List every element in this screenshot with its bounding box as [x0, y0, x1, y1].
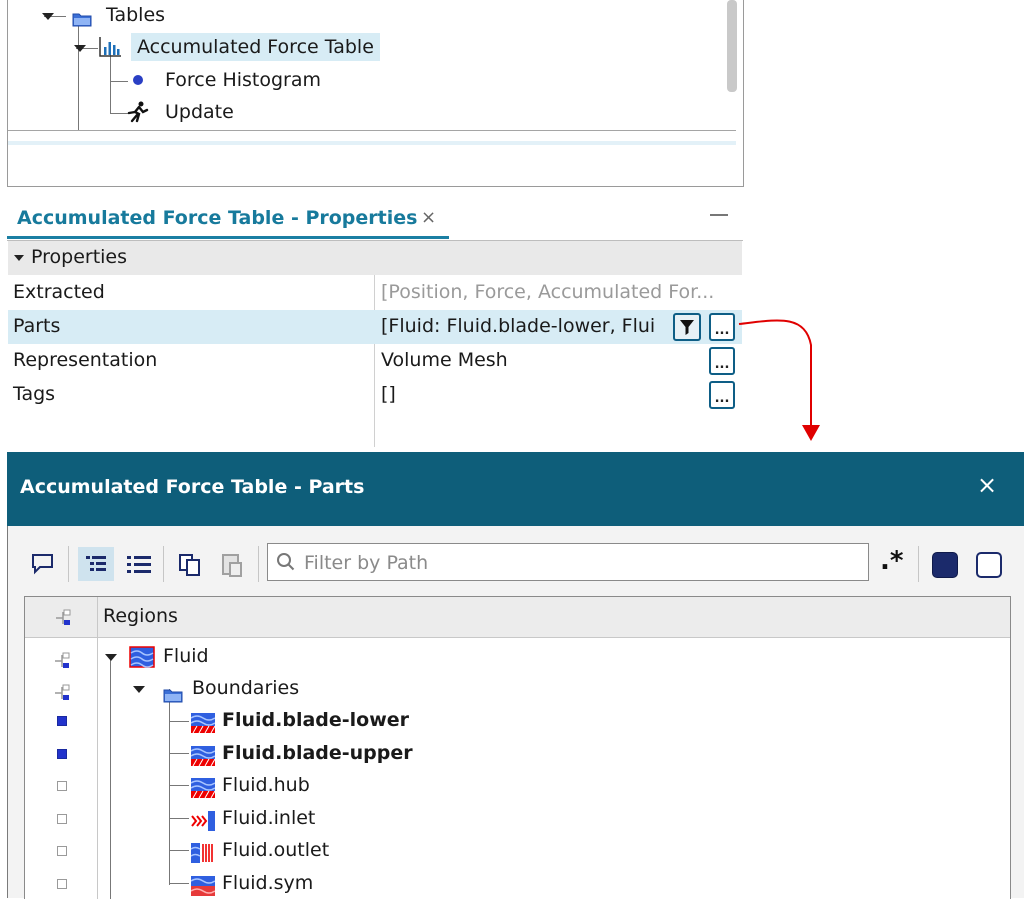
tree-view-icon — [86, 556, 106, 571]
filter-input[interactable] — [302, 548, 846, 578]
filter-icon — [680, 320, 694, 335]
region-row-boundaries[interactable]: Boundaries — [25, 672, 1010, 704]
properties-table: Properties Extracted [Position, Force, A… — [7, 240, 743, 447]
property-row-parts[interactable]: Parts [Fluid: Fluid.blade-lower, Flui ..… — [8, 310, 742, 344]
connector-arrow — [738, 319, 820, 441]
regex-toggle[interactable]: .* — [880, 546, 903, 576]
comment-icon[interactable] — [30, 552, 56, 581]
select-all-icon[interactable] — [932, 552, 958, 578]
search-icon — [277, 553, 295, 571]
list-view-icon[interactable] — [124, 551, 154, 584]
checkbox-checked[interactable] — [57, 716, 67, 726]
tree-item-label: Update — [165, 101, 234, 123]
tree-item-label: Accumulated Force Table — [131, 33, 380, 61]
dialog-title: Accumulated Force Table - Parts — [20, 476, 365, 498]
region-row-blade-lower[interactable]: Fluid.blade-lower — [25, 704, 1010, 736]
region-label: Fluid.inlet — [222, 807, 316, 829]
checkbox-unchecked[interactable] — [57, 879, 67, 889]
property-name: Parts — [13, 315, 61, 337]
region-label: Fluid.sym — [222, 872, 314, 894]
properties-tab-title[interactable]: Accumulated Force Table - Properties — [17, 204, 417, 232]
symmetry-plane-icon — [190, 874, 216, 906]
tree-footer — [8, 130, 736, 183]
tree-scrollbar-thumb[interactable] — [727, 0, 737, 92]
region-label: Boundaries — [192, 677, 300, 699]
dialog-title-bar: Accumulated Force Table - Parts × — [7, 452, 1024, 526]
property-value: [] — [381, 383, 396, 405]
property-name: Tags — [13, 383, 56, 405]
property-value: Volume Mesh — [381, 349, 508, 371]
property-value: [Position, Force, Accumulated For... — [381, 281, 715, 303]
representation-ellipsis-button[interactable]: ... — [709, 347, 735, 375]
tree-item-label: Force Histogram — [165, 69, 322, 91]
running-man-icon — [126, 101, 150, 123]
expand-arrow-icon[interactable] — [105, 654, 117, 661]
checkbox-checked[interactable] — [57, 749, 67, 759]
regions-header: Regions — [25, 597, 1010, 638]
expand-arrow-icon[interactable] — [133, 686, 145, 693]
checkbox-unchecked[interactable] — [57, 781, 67, 791]
parts-ellipsis-button[interactable]: ... — [709, 313, 735, 341]
property-name: Extracted — [13, 281, 105, 303]
tree-guide-line — [78, 20, 79, 130]
tags-ellipsis-button[interactable]: ... — [709, 381, 735, 409]
region-row-hub[interactable]: Fluid.hub — [25, 769, 1010, 801]
selection-column-icon[interactable] — [55, 609, 71, 632]
region-label: Fluid.blade-upper — [222, 742, 413, 764]
region-row-inlet[interactable]: Fluid.inlet — [25, 802, 1010, 834]
close-tab-icon[interactable]: × — [421, 204, 436, 232]
bar-chart-icon — [98, 36, 122, 58]
region-row-sym[interactable]: Fluid.sym — [25, 867, 1010, 899]
paste-icon[interactable] — [218, 551, 246, 584]
deselect-all-icon[interactable] — [976, 552, 1002, 578]
minimize-icon[interactable] — [710, 214, 728, 216]
folder-icon — [72, 7, 92, 27]
properties-group-label: Properties — [31, 246, 128, 268]
property-value: [Fluid: Fluid.blade-lower, Flui — [381, 315, 656, 337]
close-icon[interactable]: × — [977, 471, 997, 499]
region-label: Fluid — [163, 645, 209, 667]
region-label: Fluid.hub — [222, 774, 310, 796]
region-row-outlet[interactable]: Fluid.outlet — [25, 834, 1010, 866]
collapse-arrow-icon[interactable] — [14, 255, 24, 261]
toolbar-separator — [163, 546, 164, 582]
property-name: Representation — [13, 349, 158, 371]
toolbar-separator — [68, 546, 69, 582]
property-row-extracted[interactable]: Extracted [Position, Force, Accumulated … — [8, 276, 742, 310]
regions-tree: Regions Fluid Boundaries Fluid.blade-low… — [24, 596, 1011, 899]
region-label: Fluid.outlet — [222, 839, 330, 861]
property-row-tags[interactable]: Tags [] ... — [8, 378, 742, 412]
region-label: Fluid.blade-lower — [222, 709, 410, 731]
checkbox-unchecked[interactable] — [57, 814, 67, 824]
dot-icon — [133, 75, 143, 85]
tree-guide-line — [110, 52, 111, 114]
toolbar-separator — [918, 546, 919, 582]
expand-arrow-icon[interactable] — [74, 45, 86, 52]
expand-arrow-icon[interactable] — [42, 13, 54, 20]
tree-item-label: Tables — [106, 4, 166, 26]
tree-guide-line — [110, 81, 128, 82]
property-row-representation[interactable]: Representation Volume Mesh ... — [8, 344, 742, 378]
properties-group-header[interactable]: Properties — [8, 241, 742, 275]
filter-by-path-box[interactable] — [267, 543, 869, 581]
copy-icon[interactable] — [176, 551, 204, 584]
filter-button[interactable] — [673, 313, 701, 341]
region-row-fluid[interactable]: Fluid — [25, 640, 1010, 672]
regions-column-header: Regions — [103, 605, 178, 627]
toolbar-separator — [258, 546, 259, 582]
tree-view-button[interactable] — [78, 547, 114, 581]
active-tab-indicator — [7, 236, 449, 239]
checkbox-unchecked[interactable] — [57, 846, 67, 856]
region-row-blade-upper[interactable]: Fluid.blade-upper — [25, 737, 1010, 769]
